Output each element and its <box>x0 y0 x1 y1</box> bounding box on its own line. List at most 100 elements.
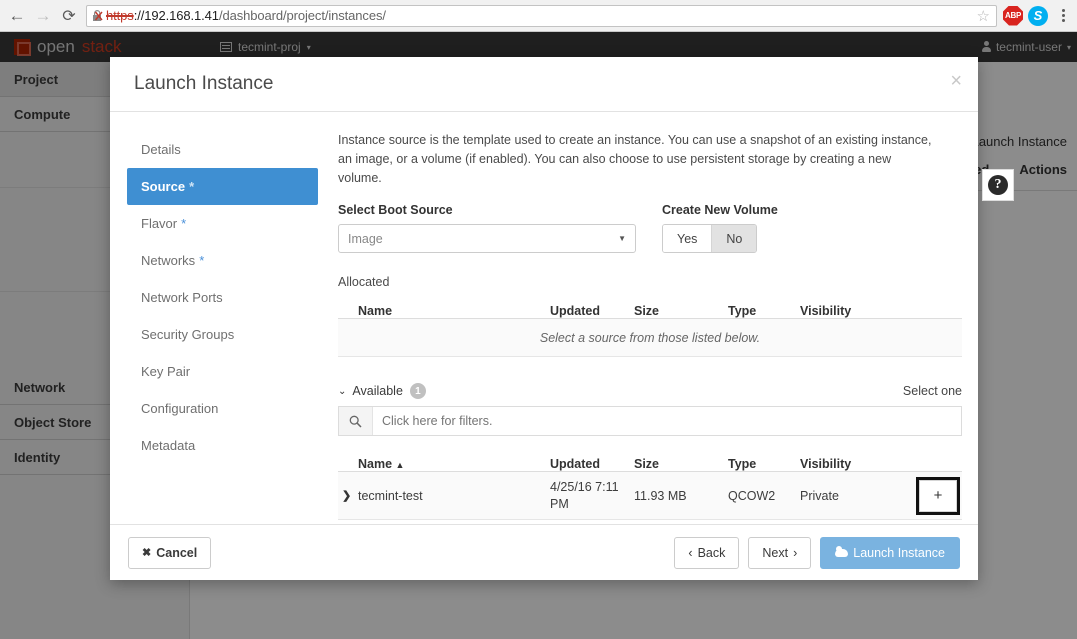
help-icon: ? <box>988 175 1008 195</box>
wizard-step-label: Flavor <box>141 216 178 231</box>
forward-arrow-icon: → <box>34 5 52 25</box>
search-icon <box>339 407 373 436</box>
available-col-name[interactable]: Name ▲ <box>338 457 550 471</box>
required-marker: * <box>199 253 205 268</box>
boot-source-select[interactable]: Image ▼ <box>338 224 636 254</box>
allocated-col-updated: Updated <box>550 304 600 319</box>
url-path: /dashboard/project/instances/ <box>218 8 386 23</box>
row-size: 11.93 MB <box>634 488 687 503</box>
wizard-step-label: Network Ports <box>141 290 223 305</box>
back-arrow-icon[interactable]: ← <box>4 3 30 29</box>
sort-ascending-icon: ▲ <box>395 460 405 471</box>
available-section-header[interactable]: ⌄ Available 1 Select one <box>338 383 962 400</box>
chevron-right-icon: › <box>793 545 798 560</box>
available-col-visibility[interactable]: Visibility <box>800 457 910 471</box>
allocated-col-type: Type <box>728 304 757 319</box>
available-count-badge: 1 <box>409 383 426 400</box>
row-updated: 4/25/16 7:11 PM <box>550 479 619 511</box>
wizard-step-key-pair[interactable]: Key Pair <box>127 353 318 390</box>
create-volume-group: Create New Volume Yes No <box>662 203 778 254</box>
wizard-step-details[interactable]: Details <box>127 131 318 168</box>
source-description: Instance source is the template used to … <box>338 133 932 185</box>
wizard-step-label: Security Groups <box>141 327 235 342</box>
boot-source-label: Select Boot Source <box>338 203 453 218</box>
close-x-icon: ✖ <box>142 547 152 559</box>
boot-source-value: Image <box>348 231 383 246</box>
create-volume-yes-button[interactable]: Yes <box>663 225 712 253</box>
row-visibility: Private <box>800 488 839 503</box>
url-separator: :// <box>133 8 145 23</box>
modal-header: Launch Instance × <box>110 57 978 112</box>
row-type: QCOW2 <box>728 488 776 503</box>
wizard-step-security-groups[interactable]: Security Groups <box>127 316 318 353</box>
url-input[interactable]: https://192.168.1.41/dashboard/project/i… <box>86 4 997 27</box>
allocated-label: Allocated <box>338 275 390 290</box>
allocated-col-visibility: Visibility <box>800 304 852 319</box>
allocated-col-name: Name <box>358 304 393 319</box>
modal-body: Details Source * Flavor * Networks * Net… <box>110 113 1014 523</box>
close-icon[interactable]: × <box>950 71 962 91</box>
create-volume-no-button[interactable]: No <box>711 225 757 253</box>
adblock-plus-icon[interactable]: ABP <box>1003 5 1023 26</box>
chevron-down-icon: ▼ <box>618 234 626 244</box>
available-col-size[interactable]: Size <box>634 457 728 471</box>
wizard-step-label: Details <box>141 142 181 157</box>
row-action-cell: + <box>910 476 962 515</box>
skype-icon[interactable]: S <box>1028 5 1048 26</box>
chrome-menu-icon[interactable] <box>1053 4 1073 28</box>
select-one-hint: Select one <box>902 384 962 399</box>
broken-lock-icon[interactable] <box>91 9 104 23</box>
wizard-step-nav: Details Source * Flavor * Networks * Net… <box>110 113 328 523</box>
launch-instance-button[interactable]: Launch Instance <box>820 536 960 569</box>
launch-instance-modal: Launch Instance × Details Source * Flavo… <box>110 57 1014 580</box>
chevron-left-icon: ‹ <box>688 545 693 560</box>
wizard-step-network-ports[interactable]: Network Ports <box>127 279 318 316</box>
add-source-highlight: + <box>916 476 960 515</box>
next-label: Next <box>762 545 789 560</box>
allocated-table: Name Updated Size Type Visibility Select… <box>338 293 962 358</box>
modal-footer: ✖ Cancel ‹ Back Next › Launch Instance <box>110 524 978 580</box>
available-col-type[interactable]: Type <box>728 457 800 471</box>
cancel-button[interactable]: ✖ Cancel <box>128 536 212 569</box>
wizard-step-label: Networks <box>141 253 196 268</box>
required-marker: * <box>181 216 187 231</box>
wizard-step-label: Configuration <box>141 401 219 416</box>
allocated-col-size: Size <box>634 304 660 319</box>
allocated-empty-message: Select a source from those listed below. <box>338 319 962 358</box>
row-name: tecmint-test <box>358 488 423 503</box>
footer-actions: ‹ Back Next › Launch Instance <box>674 536 960 569</box>
wizard-step-source[interactable]: Source * <box>127 168 318 205</box>
available-table-header: Name ▲ Updated Size Type Visibility <box>338 446 962 473</box>
launch-instance-label: Launch Instance <box>853 545 945 560</box>
help-button[interactable]: ? <box>982 169 1014 201</box>
url-scheme: https <box>106 8 134 23</box>
reload-icon[interactable]: ⟳ <box>56 3 82 29</box>
url-host: 192.168.1.41 <box>144 8 219 23</box>
modal-title: Launch Instance <box>134 73 274 94</box>
wizard-step-configuration[interactable]: Configuration <box>127 390 318 427</box>
chevron-down-icon: ⌄ <box>338 385 347 397</box>
available-col-updated[interactable]: Updated <box>550 457 634 471</box>
wizard-step-flavor[interactable]: Flavor * <box>127 205 318 242</box>
create-volume-label: Create New Volume <box>662 203 778 218</box>
allocated-table-header: Name Updated Size Type Visibility <box>338 293 962 320</box>
next-button[interactable]: Next › <box>748 536 812 569</box>
wizard-main-panel: Instance source is the template used to … <box>328 113 1014 523</box>
source-options-row: Select Boot Source Image ▼ Create New Vo… <box>338 203 964 254</box>
table-row[interactable]: ❯ tecmint-test 4/25/16 7:11 PM 11.93 MB … <box>338 472 962 521</box>
cancel-label: Cancel <box>156 545 198 560</box>
back-label: Back <box>697 545 726 560</box>
create-volume-toggle: Yes No <box>662 224 758 254</box>
wizard-step-metadata[interactable]: Metadata <box>127 427 318 464</box>
back-button[interactable]: ‹ Back <box>674 536 740 569</box>
expand-row-icon[interactable]: ❯ <box>342 489 351 502</box>
required-marker: * <box>189 179 195 194</box>
boot-source-group: Select Boot Source Image ▼ <box>338 203 636 254</box>
filter-bar[interactable] <box>338 406 962 437</box>
available-table: Name ▲ Updated Size Type Visibility ❯ te… <box>338 446 962 521</box>
wizard-step-networks[interactable]: Networks * <box>127 242 318 279</box>
filter-input[interactable] <box>373 414 961 429</box>
add-source-button[interactable]: + <box>919 479 957 512</box>
wizard-step-label: Metadata <box>141 438 196 453</box>
bookmark-star-icon[interactable]: ☆ <box>977 8 990 26</box>
